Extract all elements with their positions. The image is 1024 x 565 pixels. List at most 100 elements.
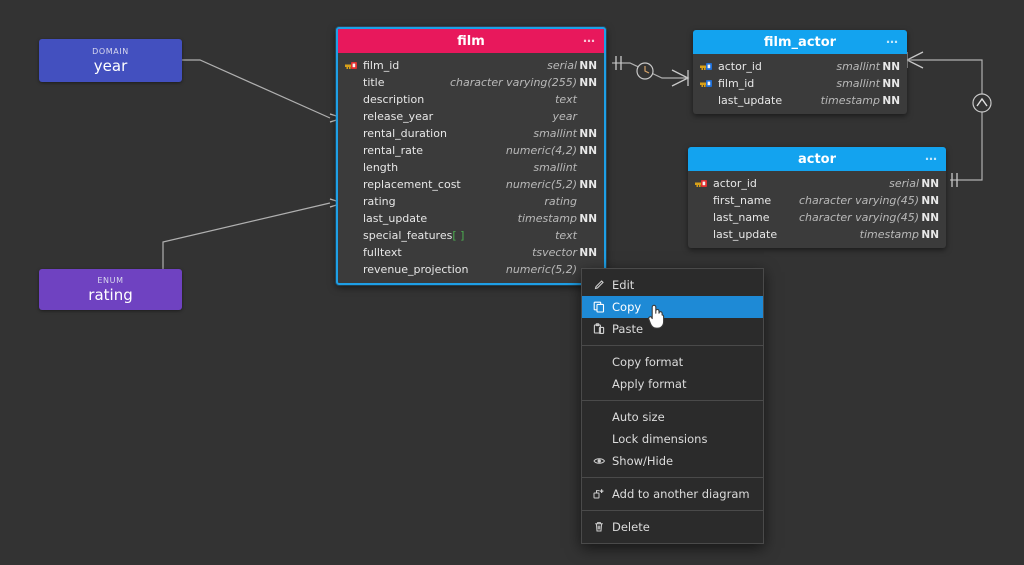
column-notnull: NN <box>882 94 900 107</box>
column-name: revenue_projection <box>363 263 469 276</box>
table-row[interactable]: revenue_projection numeric(5,2) <box>338 261 604 278</box>
menu-separator <box>582 345 763 346</box>
menu-item-auto-size[interactable]: Auto size <box>582 406 763 428</box>
table-row[interactable]: fulltext tsvector NN <box>338 244 604 261</box>
column-type: character varying(255) <box>449 76 577 89</box>
column-type: serial <box>547 59 577 72</box>
column-type: timestamp <box>517 212 577 225</box>
enum-box-rating[interactable]: ENUM rating <box>39 269 182 310</box>
column-type: smallint <box>533 161 577 174</box>
menu-item-label: Auto size <box>612 410 665 424</box>
entity-table-actor[interactable]: actor ⋯ actor_id serial NN first_name ch… <box>688 147 946 248</box>
menu-item-label: Copy format <box>612 355 684 369</box>
column-type: character varying(45) <box>798 211 919 224</box>
menu-item-copy[interactable]: Copy <box>582 296 763 318</box>
menu-separator <box>582 477 763 478</box>
menu-item-apply-format[interactable]: Apply format <box>582 373 763 395</box>
column-type: numeric(5,2) <box>505 263 577 276</box>
menu-separator <box>582 400 763 401</box>
column-type: smallint <box>533 127 577 140</box>
table-row[interactable]: last_update timestamp NN <box>338 210 604 227</box>
column-type: timestamp <box>859 228 919 241</box>
entity-table-film-actor[interactable]: film_actor ⋯ actor_id smallint NN film_i… <box>693 30 907 114</box>
column-type: character varying(45) <box>798 194 919 207</box>
enum-kind-label: ENUM <box>97 275 124 285</box>
column-notnull: NN <box>921 177 939 190</box>
table-row[interactable]: length smallint <box>338 159 604 176</box>
table-header-film[interactable]: film ⋯ <box>338 29 604 53</box>
column-type: text <box>555 93 577 106</box>
table-header-film-actor[interactable]: film_actor ⋯ <box>693 30 907 54</box>
context-menu[interactable]: Edit Copy Paste Copy format Apply format… <box>581 268 764 544</box>
copy-icon <box>590 301 608 313</box>
table-row[interactable]: actor_id serial NN <box>688 175 946 192</box>
link-film-to-filmactor <box>612 62 686 79</box>
menu-separator <box>582 510 763 511</box>
table-row[interactable]: last_name character varying(45) NN <box>688 209 946 226</box>
menu-item-label: Delete <box>612 520 650 534</box>
column-name: rating <box>363 195 396 208</box>
table-title-film-actor: film_actor <box>763 34 837 50</box>
entity-table-film[interactable]: film ⋯ film_id serial NN title character… <box>336 27 606 285</box>
menu-item-show-hide[interactable]: Show/Hide <box>582 450 763 472</box>
menu-item-label: Lock dimensions <box>612 432 708 446</box>
add-diagram-icon <box>590 488 608 500</box>
column-type: smallint <box>836 77 880 90</box>
column-name: replacement_cost <box>363 178 461 191</box>
link-rating-to-film <box>162 202 331 269</box>
column-name: last_update <box>363 212 428 225</box>
table-row[interactable]: special_features [ ] text <box>338 227 604 244</box>
column-type: year <box>552 110 577 123</box>
table-row[interactable]: title character varying(255) NN <box>338 74 604 91</box>
table-row[interactable]: actor_id smallint NN <box>693 58 907 75</box>
column-notnull: NN <box>579 59 597 72</box>
column-notnull: NN <box>921 228 939 241</box>
menu-item-label: Show/Hide <box>612 454 674 468</box>
column-name: title <box>363 76 385 89</box>
table-columns-film: film_id serial NN title character varyin… <box>338 53 604 283</box>
column-name: actor_id <box>718 60 762 73</box>
table-row[interactable]: release_year year <box>338 108 604 125</box>
diagram-canvas[interactable]: DOMAIN year ENUM rating film ⋯ film_id s… <box>0 0 1024 565</box>
ellipsis-icon[interactable]: ⋯ <box>583 35 596 47</box>
menu-item-lock-dimensions[interactable]: Lock dimensions <box>582 428 763 450</box>
table-row[interactable]: rental_rate numeric(4,2) NN <box>338 142 604 159</box>
column-name: film_id <box>363 59 400 72</box>
domain-kind-label: DOMAIN <box>92 46 129 56</box>
menu-item-edit[interactable]: Edit <box>582 274 763 296</box>
column-name: last_update <box>718 94 783 107</box>
table-row[interactable]: rental_duration smallint NN <box>338 125 604 142</box>
table-header-actor[interactable]: actor ⋯ <box>688 147 946 171</box>
table-row[interactable]: first_name character varying(45) NN <box>688 192 946 209</box>
table-row[interactable]: film_id serial NN <box>338 57 604 74</box>
table-columns-actor: actor_id serial NN first_name character … <box>688 171 946 248</box>
table-row[interactable]: description text <box>338 91 604 108</box>
paste-icon <box>590 323 608 335</box>
table-row[interactable]: last_update timestamp NN <box>688 226 946 243</box>
trash-icon <box>590 521 608 533</box>
column-name: film_id <box>718 77 755 90</box>
column-type: text <box>555 229 577 242</box>
menu-item-paste[interactable]: Paste <box>582 318 763 340</box>
table-row[interactable]: replacement_cost numeric(5,2) NN <box>338 176 604 193</box>
column-notnull: NN <box>882 77 900 90</box>
domain-box-year[interactable]: DOMAIN year <box>39 39 182 82</box>
column-type: tsvector <box>532 246 577 259</box>
ellipsis-icon[interactable]: ⋯ <box>886 36 899 48</box>
menu-item-label: Copy <box>612 300 642 314</box>
table-title-film: film <box>457 33 485 49</box>
column-name: special_features <box>363 229 453 242</box>
link-year-to-film <box>182 59 331 119</box>
table-row[interactable]: rating rating <box>338 193 604 210</box>
column-type: numeric(5,2) <box>505 178 577 191</box>
table-row[interactable]: film_id smallint NN <box>693 75 907 92</box>
column-notnull: NN <box>921 194 939 207</box>
ellipsis-icon[interactable]: ⋯ <box>925 153 938 165</box>
menu-item-copy-format[interactable]: Copy format <box>582 351 763 373</box>
eye-icon <box>590 455 608 467</box>
table-row[interactable]: last_update timestamp NN <box>693 92 907 109</box>
menu-item-add-to-another-diagram[interactable]: Add to another diagram <box>582 483 763 505</box>
column-type: timestamp <box>820 94 880 107</box>
menu-item-label: Add to another diagram <box>612 487 750 501</box>
menu-item-delete[interactable]: Delete <box>582 516 763 538</box>
